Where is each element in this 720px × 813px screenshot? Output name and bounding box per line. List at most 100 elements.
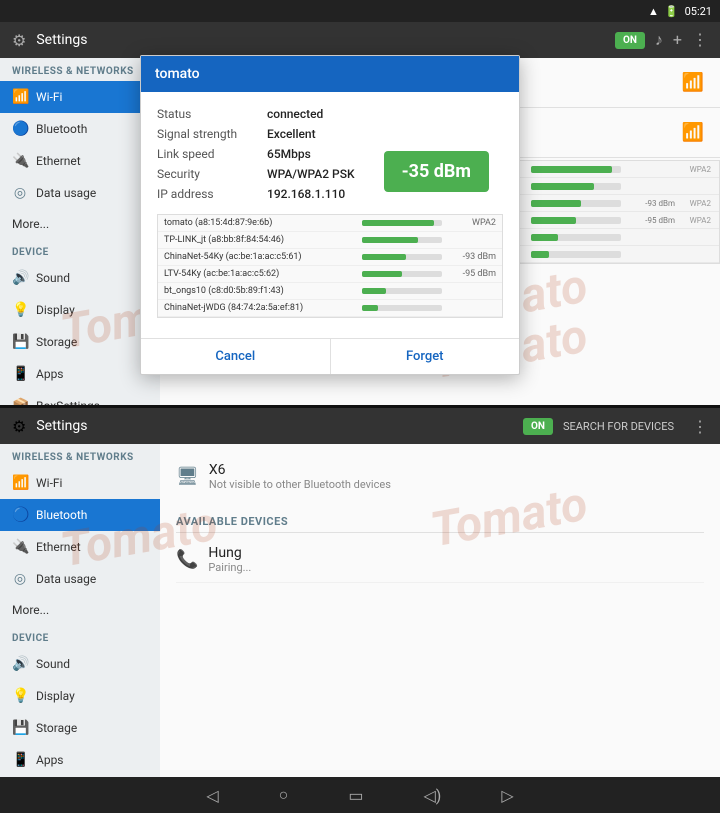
sidebar-wifi-label-bottom: Wi-Fi [36,476,62,490]
sound-icon[interactable]: ♪ [655,30,663,50]
device-section-label-top: DEVICE [0,239,160,262]
dialog-label-signal: Signal strength [157,127,267,141]
storage-icon-bottom: 💾 [12,720,28,736]
scan-bar [362,288,386,294]
sidebar-top: WIRELESS & NETWORKS 📶 Wi-Fi 🔵 Bluetooth … [0,58,160,405]
dialog-cancel-button[interactable]: Cancel [141,339,331,374]
sidebar-sound-label-bottom: Sound [36,657,70,671]
bluetooth-icon-top: 🔵 [12,121,28,137]
sidebar-item-datausage-top[interactable]: ◎ Data usage [0,177,160,209]
sidebar-item-apps-top[interactable]: 📱 Apps [0,358,160,390]
sidebar-item-ethernet-bottom[interactable]: 🔌 Ethernet [0,531,160,563]
scan-bar [362,254,406,260]
scan-bar [362,271,402,277]
datausage-icon-top: ◎ [12,185,28,201]
dialog-value-signal: Excellent [267,127,316,141]
sidebar-boxsettings-label-top: BoxSettings [36,399,100,405]
add-icon[interactable]: + [673,30,682,50]
scan-item-name: LTV-54Ky (ac:be:1a:ac:c5:62) [164,269,358,279]
scan-bar-container [362,271,442,277]
sidebar-item-sound-bottom[interactable]: 🔊 Sound [0,648,160,680]
scan-bar [362,237,418,243]
bluetooth-main-content: 🖥 X6 Not visible to other Bluetooth devi… [160,444,720,777]
wireless-networks-label-top: WIRELESS & NETWORKS [0,58,160,81]
sidebar-item-datausage-bottom[interactable]: ◎ Data usage [0,563,160,595]
wifi-icon: 📶 [12,89,28,105]
nav-back-button[interactable]: ◁ [206,786,218,805]
status-icons-top: ▲ 🔋 05:21 [648,5,712,18]
dialog-value-linkspeed: 65Mbps [267,147,311,161]
dialog-label-linkspeed: Link speed [157,147,267,161]
more-options-icon-bottom[interactable]: ⋮ [692,417,708,436]
scan-item-name: tomato (a8:15:4d:87:9e:6b) [164,218,358,228]
status-bar-top: ▲ 🔋 05:21 [0,0,720,22]
dialog-value-security: WPA/WPA2 PSK [267,167,355,181]
battery-icon: 🔋 [665,5,679,18]
phone-device-icon: 📞 [176,549,198,570]
available-device-hung[interactable]: 📞 Hung Pairing... [176,537,704,583]
dialog-forget-button[interactable]: Forget [331,339,520,374]
dialog-network-name: tomato [155,66,200,82]
scan-item-name: TP-LINK_jt (a8:bb:8f:84:54:46) [164,235,358,245]
device-section-label-bottom: DEVICE [0,625,160,648]
scan-item-dbm: -93 dBm [446,252,496,262]
scan-main-bar [531,217,576,224]
wireless-networks-label-bottom: WIRELESS & NETWORKS [0,444,160,467]
sidebar-item-storage-bottom[interactable]: 💾 Storage [0,712,160,744]
title-bar-top: ⚙ Settings ON ♪ + ⋮ [0,22,720,58]
sidebar-item-wifi-top[interactable]: 📶 Wi-Fi [0,81,160,113]
network-30f-signal-icon: 📶 [682,122,704,143]
signal-strength-badge: -35 dBm [384,151,489,192]
sidebar-bluetooth-label-bottom: Bluetooth [36,508,87,522]
scan-main-bar [531,166,612,173]
sidebar-item-display-top[interactable]: 💡 Display [0,294,160,326]
sidebar-item-sound-top[interactable]: 🔊 Sound [0,262,160,294]
sidebar-item-boxsettings-top[interactable]: 📦 BoxSettings [0,390,160,405]
scan-bar-container [362,288,442,294]
available-device-hung-name: Hung [208,545,251,561]
scan-bar [362,305,378,311]
sidebar-apps-label-top: Apps [36,367,64,381]
wifi-toggle-top[interactable]: ON [615,32,645,49]
scan-item-name: bt_ongs10 (c8:d0:5b:89:f1:43) [164,286,358,296]
scan-main-bar [531,200,581,207]
settings-app-icon: ⚙ [12,31,26,50]
sidebar-item-more-top[interactable]: More... [0,209,160,239]
sidebar-item-apps-bottom[interactable]: 📱 Apps [0,744,160,776]
nav-home-button[interactable]: ○ [279,785,289,805]
scan-bar [362,220,434,226]
sidebar-sound-label-top: Sound [36,271,70,285]
sidebar-ethernet-label-bottom: Ethernet [36,540,81,554]
bt-toggle-bottom[interactable]: ON [523,418,553,435]
sidebar-item-bluetooth-top[interactable]: 🔵 Bluetooth [0,113,160,145]
scan-item-dbm: -95 dBm [446,269,496,279]
sidebar-item-storage-top[interactable]: 💾 Storage [0,326,160,358]
sidebar-datausage-label-bottom: Data usage [36,572,96,586]
search-devices-button[interactable]: SEARCH FOR DEVICES [563,420,674,433]
display-icon-top: 💡 [12,302,28,318]
nav-recents-button[interactable]: ▭ [348,786,363,805]
scan-main-security: WPA2 [679,216,711,225]
sidebar-item-wifi-bottom[interactable]: 📶 Wi-Fi [0,467,160,499]
sidebar-item-display-bottom[interactable]: 💡 Display [0,680,160,712]
dialog-row-status: Status connected [157,104,503,124]
scan-main-bar-container [531,251,621,258]
nav-forward-button[interactable]: ▷ [501,786,513,805]
sidebar-item-bluetooth-bottom[interactable]: 🔵 Bluetooth [0,499,160,531]
sidebar-item-more-bottom[interactable]: More... [0,595,160,625]
available-device-hung-info: Hung Pairing... [208,545,251,574]
dialog-value-ip: 192.168.1.110 [267,187,345,201]
scan-main-bar-container [531,217,621,224]
dialog-scan-item: ChinaNet-jWDG (84:74:2a:5a:ef:81) [158,300,502,317]
scan-main-bar [531,234,558,241]
datausage-icon-bottom: ◎ [12,571,28,587]
sidebar-item-ethernet-top[interactable]: 🔌 Ethernet [0,145,160,177]
dialog-buttons: Cancel Forget [141,338,519,374]
more-options-icon[interactable]: ⋮ [692,30,708,50]
sidebar-storage-label-top: Storage [36,335,77,349]
nav-volume-button[interactable]: ◁) [423,786,441,805]
nav-bar: ◁ ○ ▭ ◁) ▷ [0,777,720,813]
scan-main-bar-container [531,234,621,241]
scan-item-name: ChinaNet-54Ky (ac:be:1a:ac:c5:61) [164,252,358,262]
wifi-detail-dialog: tomato Status connected Signal strength … [140,55,520,375]
